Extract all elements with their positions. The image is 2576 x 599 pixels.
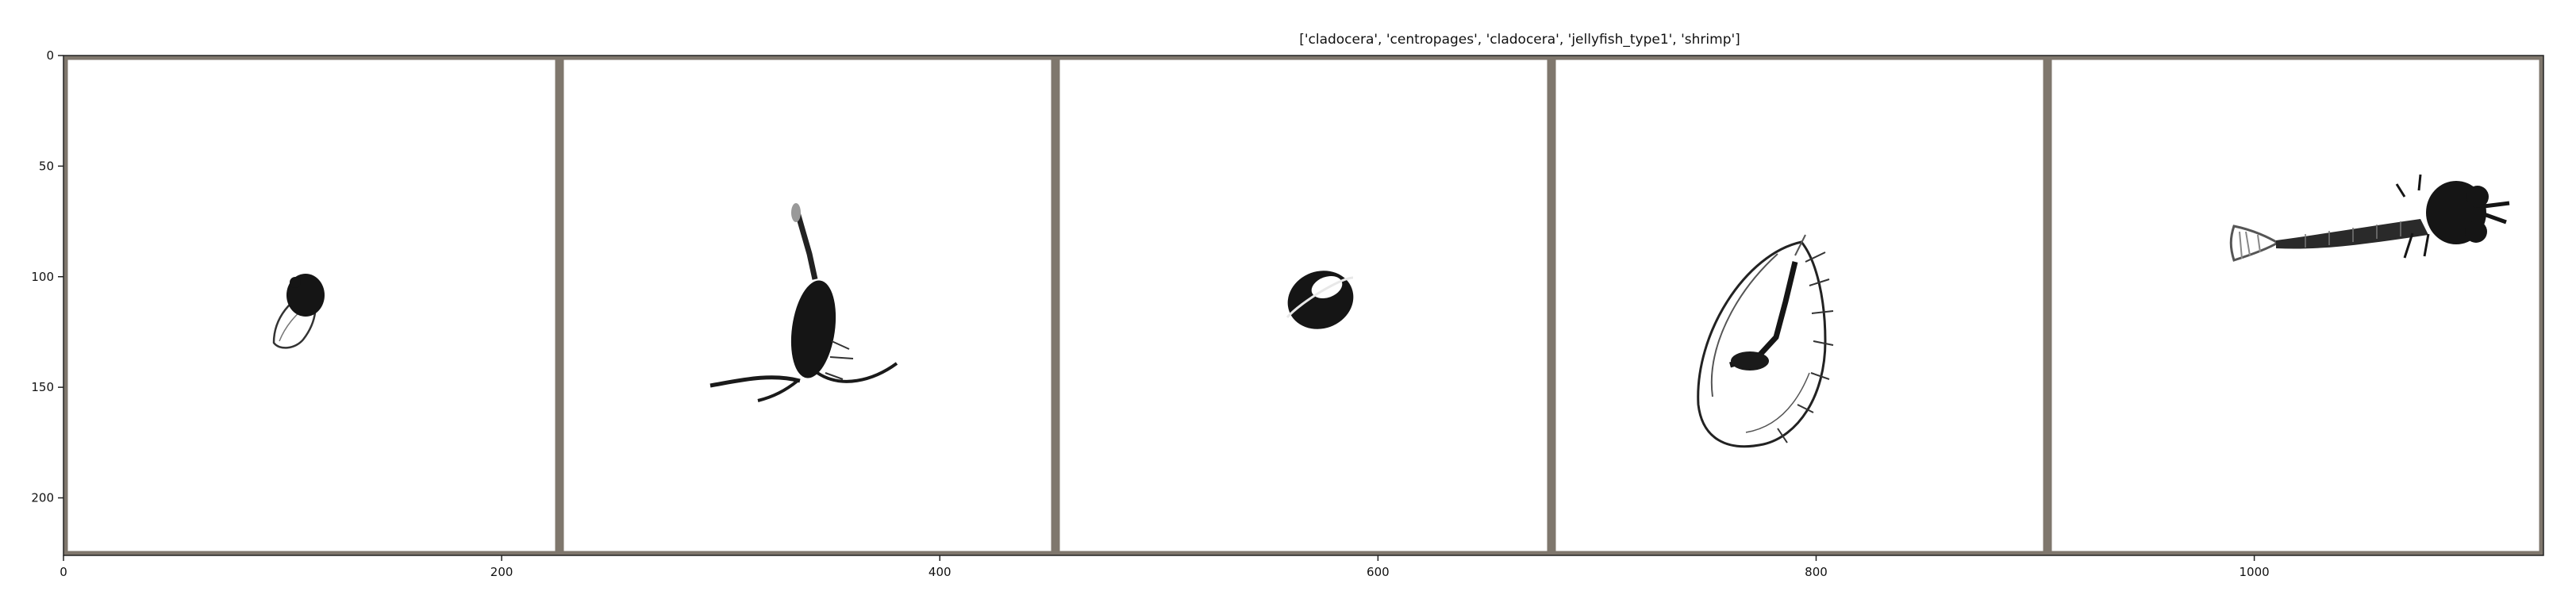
image-panels (272, 174, 2510, 448)
image-grid-figure: ['cladocera', 'centropages', 'cladocera'… (31, 32, 2544, 579)
x-tick-label: 400 (929, 565, 952, 579)
axes: 0 200 400 600 800 1000 0 50 100 150 200 (31, 48, 2544, 579)
panel-frame-5 (2047, 55, 2544, 556)
x-tick-label: 600 (1367, 565, 1390, 579)
x-tick-label: 200 (490, 565, 513, 579)
figure-title: ['cladocera', 'centropages', 'cladocera'… (1299, 32, 1740, 48)
y-tick-label: 150 (31, 380, 54, 394)
specimen-cladocera-2 (1286, 271, 1354, 329)
specimen-jellyfish-type1 (1697, 234, 1834, 448)
x-tick-label: 0 (60, 565, 67, 579)
x-tick-label: 800 (1805, 565, 1828, 579)
y-tick-label: 100 (31, 270, 54, 284)
y-tick-label: 50 (39, 159, 54, 173)
specimen-cladocera-1 (272, 274, 325, 349)
specimen-shrimp (2229, 174, 2510, 262)
y-tick-label: 200 (31, 491, 54, 505)
x-tick-label: 1000 (2240, 565, 2270, 579)
specimen-centropages (709, 203, 898, 402)
y-tick-label: 0 (46, 48, 54, 63)
